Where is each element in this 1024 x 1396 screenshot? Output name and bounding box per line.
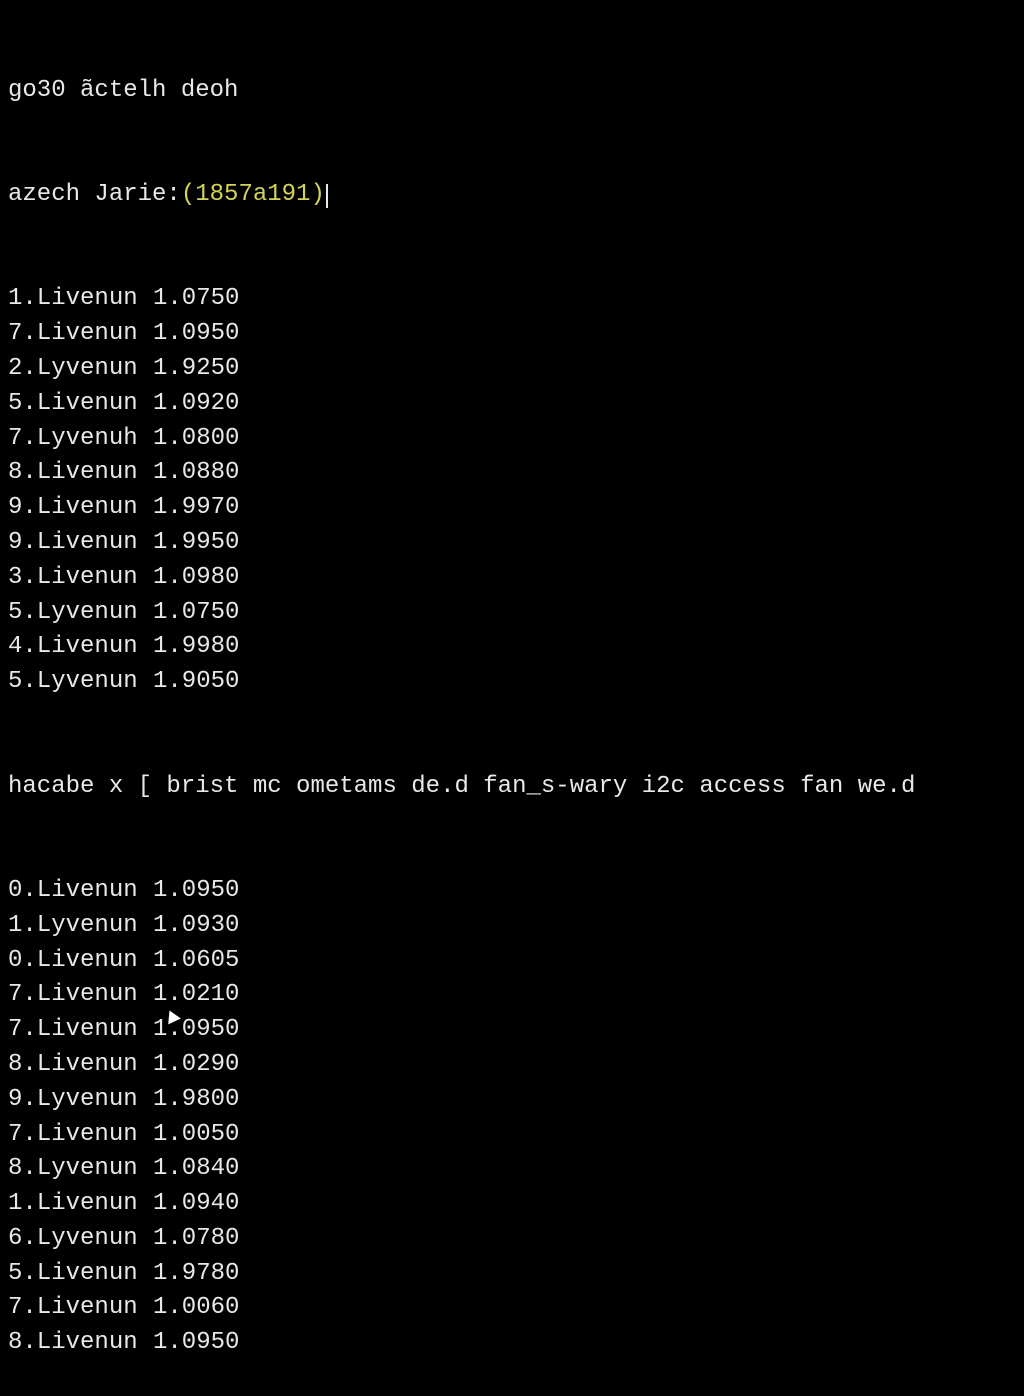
row-value: 1.9250	[153, 352, 239, 387]
row-value: 1.0800	[153, 422, 239, 457]
output-row: 1.Lyvenun1.0930	[8, 909, 1016, 944]
output-row: 0.Livenun1.0950	[8, 874, 1016, 909]
row-value: 1.0940	[153, 1187, 239, 1222]
row-label: 8.Livenun	[8, 1326, 153, 1361]
row-label: 7.Livenun	[8, 317, 153, 352]
row-value: 1.0210	[153, 978, 239, 1013]
row-value: 1.9970	[153, 491, 239, 526]
output-row: 5.Lyvenun1.9050	[8, 665, 1016, 700]
row-value: 1.0950	[153, 317, 239, 352]
row-value: 1.0780	[153, 1222, 239, 1257]
row-value: 1.0050	[153, 1118, 239, 1153]
row-label: 1.Lyvenun	[8, 909, 153, 944]
row-value: 1.0930	[153, 909, 239, 944]
output-row: 1.Livenun1.0750	[8, 282, 1016, 317]
output-row: 7.Livenun1.0950	[8, 317, 1016, 352]
row-label: 7.Livenun	[8, 978, 153, 1013]
row-label: 7.Livenun	[8, 1013, 153, 1048]
output-row: 6.Lyvenun1.0780	[8, 1222, 1016, 1257]
row-value: 1.0920	[153, 387, 239, 422]
row-value: 1.0060	[153, 1291, 239, 1326]
row-label: 1.Livenun	[8, 1187, 153, 1222]
row-value: 1.0950	[153, 874, 239, 909]
output-row: 7.Livenun1.0950	[8, 1013, 1016, 1048]
output-row: 8.Livenun1.0880	[8, 456, 1016, 491]
output-row: 3.Livenun1.0980	[8, 561, 1016, 596]
output-row: 9.Lyvenun1.9800	[8, 1083, 1016, 1118]
output-row: 5.Lyvenun1.0750	[8, 596, 1016, 631]
output-row: 8.Livenun1.0290	[8, 1048, 1016, 1083]
row-value: 1.0980	[153, 561, 239, 596]
row-value: 1.9050	[153, 665, 239, 700]
row-label: 7.Livenun	[8, 1118, 153, 1153]
output-row: 7.Lyvenuh1.0800	[8, 422, 1016, 457]
row-value: 1.0290	[153, 1048, 239, 1083]
output-row: 5.Livenun1.9780	[8, 1257, 1016, 1292]
row-label: 0.Livenun	[8, 874, 153, 909]
row-value: 1.0750	[153, 596, 239, 631]
output-row: 7.Livenun1.0050	[8, 1118, 1016, 1153]
row-value: 1.9950	[153, 526, 239, 561]
row-label: 2.Lyvenun	[8, 352, 153, 387]
row-value: 1.9980	[153, 630, 239, 665]
prompt-value: (1857a191)	[181, 181, 325, 208]
output-row: 9.Livenun1.9970	[8, 491, 1016, 526]
row-value: 1.9800	[153, 1083, 239, 1118]
output-row: 0.Livenun1.0605	[8, 944, 1016, 979]
output-row: 9.Livenun1.9950	[8, 526, 1016, 561]
output-row: 8.Lyvenun1.0840	[8, 1152, 1016, 1187]
row-label: 5.Lyvenun	[8, 596, 153, 631]
row-label: 8.Lyvenun	[8, 1152, 153, 1187]
output-row: 1.Livenun1.0940	[8, 1187, 1016, 1222]
row-label: 8.Livenun	[8, 1048, 153, 1083]
row-label: 8.Livenun	[8, 456, 153, 491]
row-value: 1.0605	[153, 944, 239, 979]
row-label: 3.Livenun	[8, 561, 153, 596]
row-label: 6.Lyvenun	[8, 1222, 153, 1257]
row-value: 1.0950	[153, 1326, 239, 1361]
row-label: 7.Lyvenuh	[8, 422, 153, 457]
row-value: 1.0750	[153, 282, 239, 317]
row-label: 9.Lyvenun	[8, 1083, 153, 1118]
text-cursor-icon	[326, 184, 328, 208]
output-row: 5.Livenun1.0920	[8, 387, 1016, 422]
output-row: 7.Livenun1.0060	[8, 1291, 1016, 1326]
row-value: 1.0880	[153, 456, 239, 491]
row-value: 1.9780	[153, 1257, 239, 1292]
row-label: 9.Livenun	[8, 491, 153, 526]
prompt-prefix: azech Jarie:	[8, 181, 181, 208]
row-label: 5.Livenun	[8, 387, 153, 422]
prompt-line: azech Jarie:(1857a191)	[8, 178, 1016, 213]
output-row: 2.Lyvenun1.9250	[8, 352, 1016, 387]
row-value: 1.0840	[153, 1152, 239, 1187]
row-label: 4.Livenun	[8, 630, 153, 665]
row-label: 1.Livenun	[8, 282, 153, 317]
row-label: 5.Livenun	[8, 1257, 153, 1292]
system-message: hacabe x [ brist mc ometams de.d fan_s-w…	[8, 770, 1016, 805]
row-label: 9.Livenun	[8, 526, 153, 561]
row-label: 7.Livenun	[8, 1291, 153, 1326]
header-line-1: go30 ãctelh deoh	[8, 74, 1016, 109]
row-label: 0.Livenun	[8, 944, 153, 979]
output-block-1: 1.Livenun1.07507.Livenun1.09502.Lyvenun1…	[8, 282, 1016, 700]
output-row: 8.Livenun1.0950	[8, 1326, 1016, 1361]
terminal-output[interactable]: go30 ãctelh deoh azech Jarie:(1857a191) …	[8, 4, 1016, 1396]
row-label: 5.Lyvenun	[8, 665, 153, 700]
output-row: 7.Livenun1.0210	[8, 978, 1016, 1013]
output-row: 4.Livenun1.9980	[8, 630, 1016, 665]
output-block-2: 0.Livenun1.09501.Lyvenun1.09300.Livenun1…	[8, 874, 1016, 1361]
